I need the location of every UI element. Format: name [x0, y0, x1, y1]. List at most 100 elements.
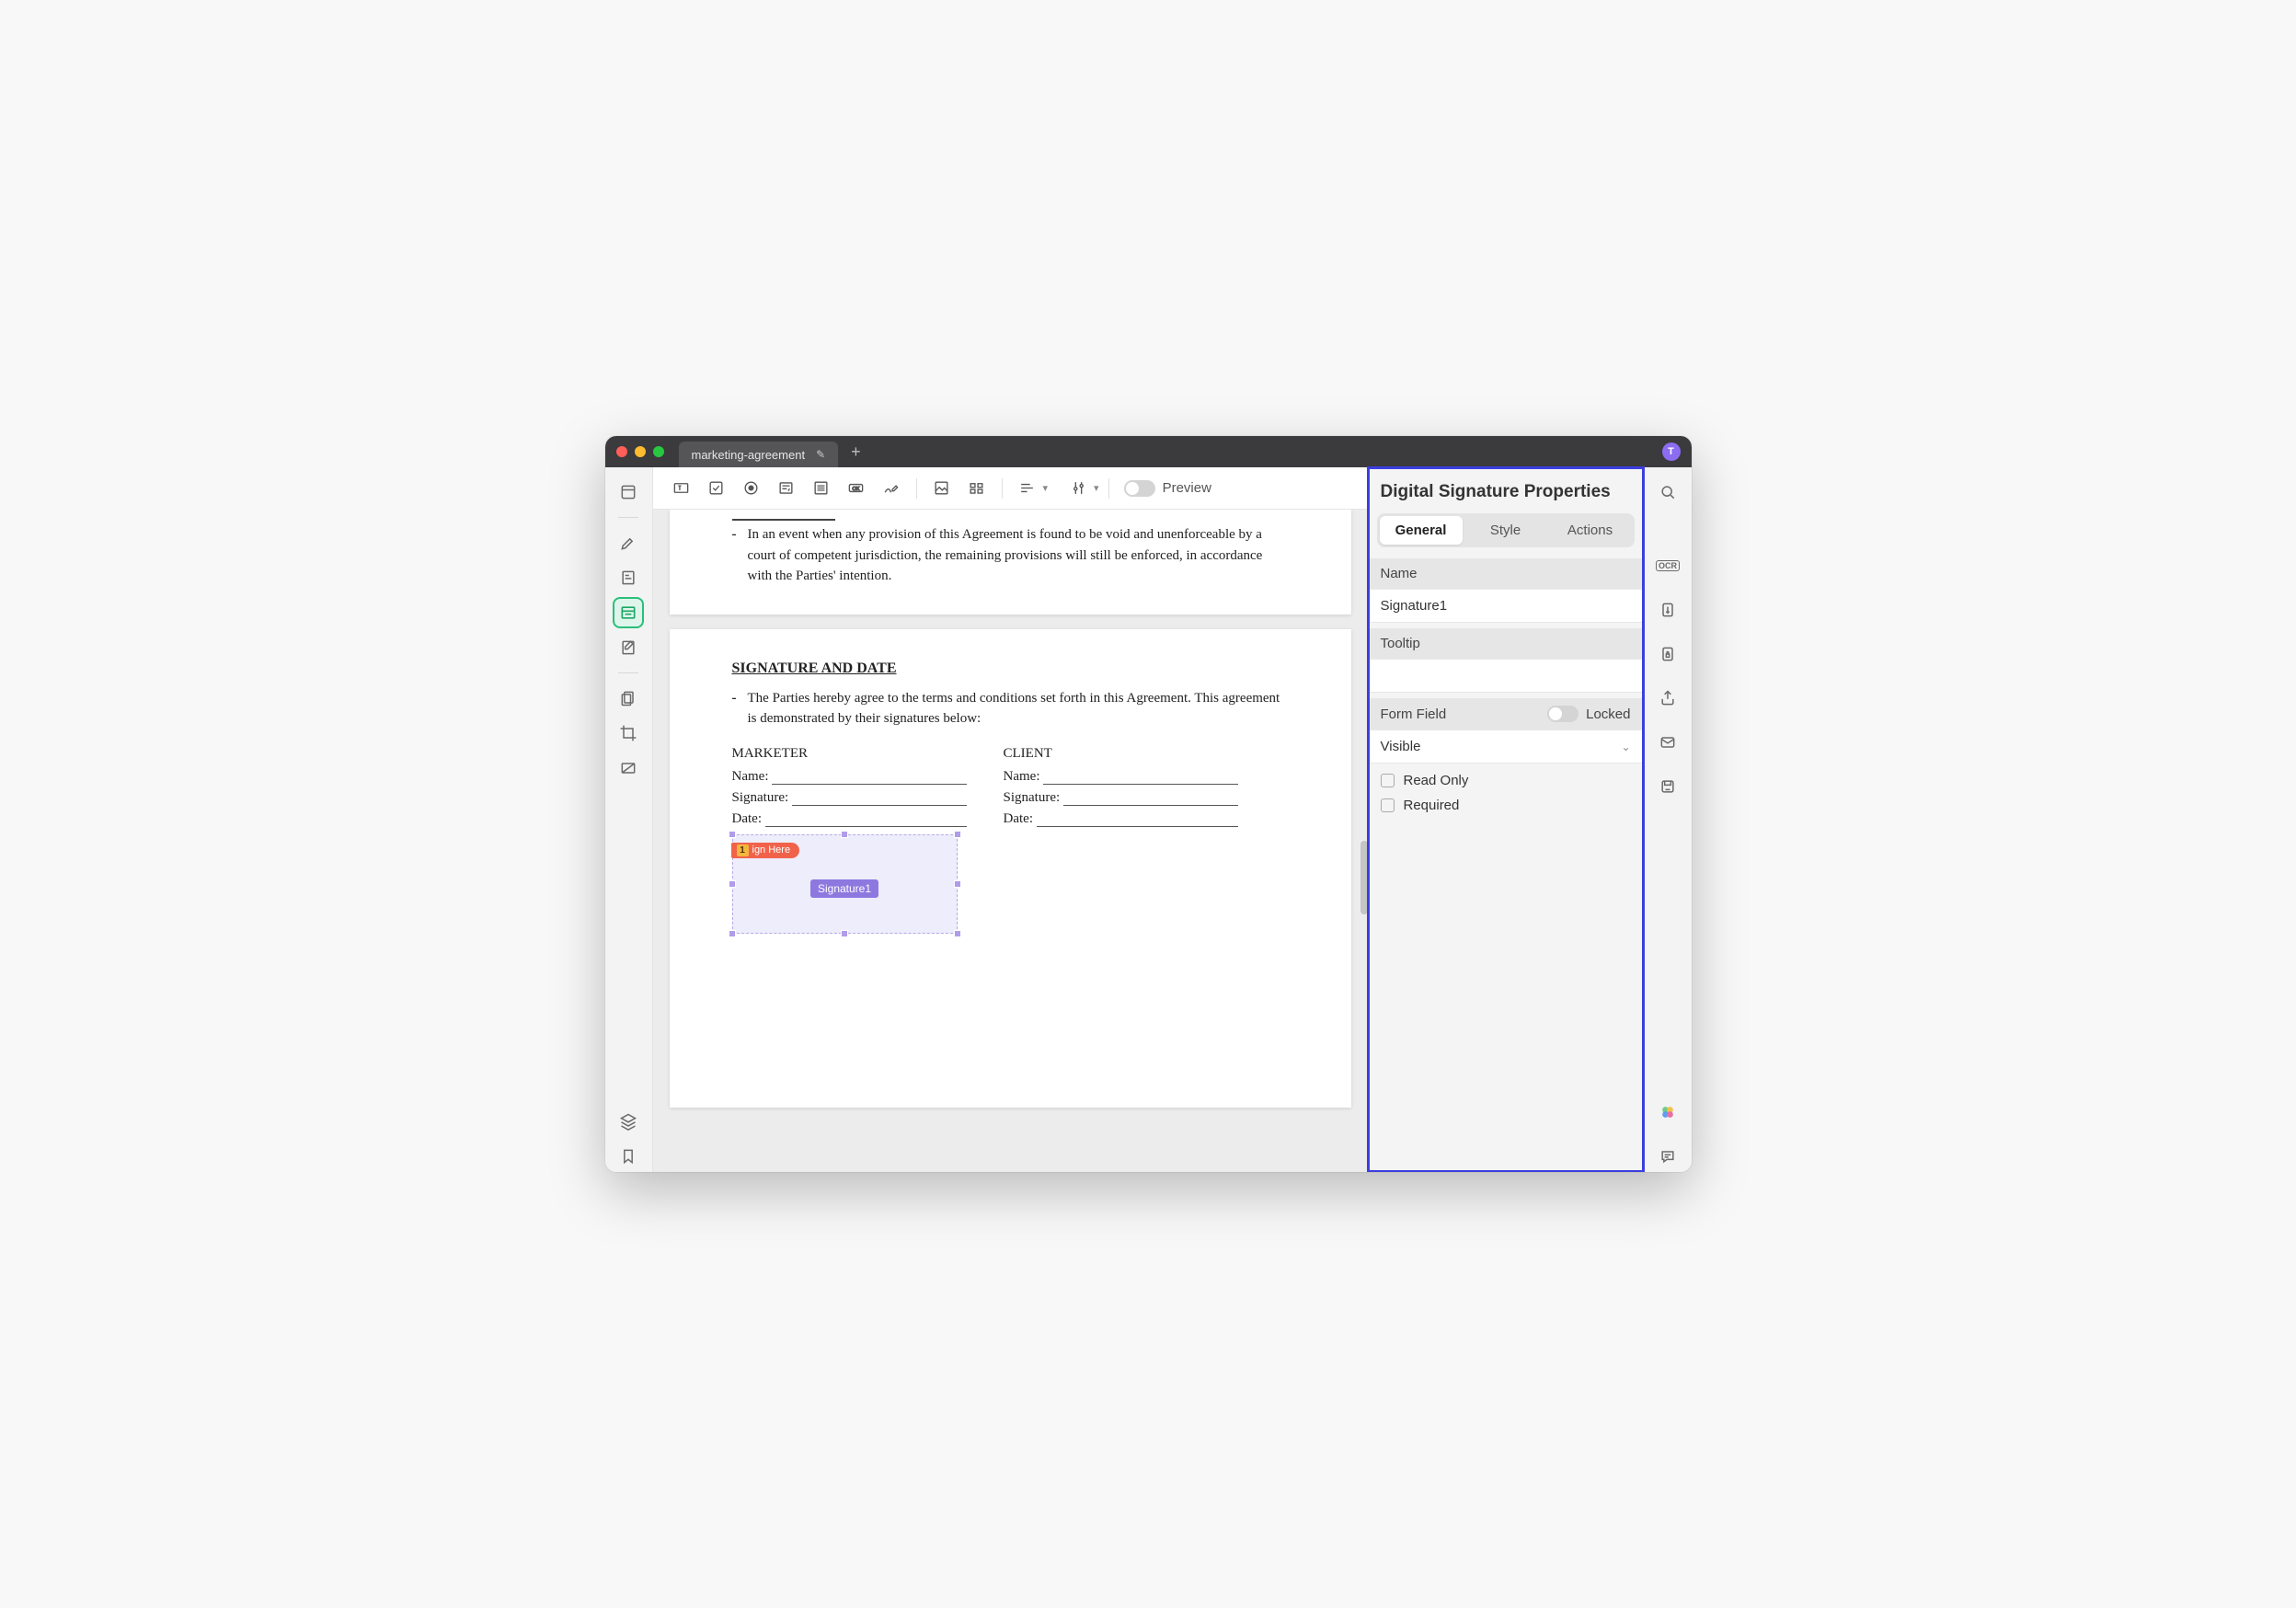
formfield-label: Form Field [1381, 706, 1447, 722]
signature-heading: SIGNATURE AND DATE [732, 660, 1289, 677]
new-tab-button[interactable]: + [851, 442, 861, 462]
share-icon[interactable] [1652, 683, 1683, 714]
preview-switch-icon[interactable] [1124, 480, 1155, 497]
checkbox-icon [1381, 774, 1395, 787]
page-signature: SIGNATURE AND DATE - The Parties hereby … [670, 629, 1351, 1108]
field-name-input[interactable] [1368, 590, 1644, 622]
signature-tool-icon[interactable] [876, 475, 907, 502]
right-sidebar: OCR [1644, 467, 1692, 1172]
listbox-tool-icon[interactable] [806, 475, 837, 502]
signature-label: Signature: [1004, 790, 1061, 806]
checkbox-tool-icon[interactable] [701, 475, 732, 502]
bookmark-icon[interactable] [613, 1141, 644, 1172]
resize-handle[interactable] [729, 930, 736, 937]
close-window[interactable] [616, 446, 627, 457]
signature-label: Signature: [732, 790, 789, 806]
page-previous: - In an event when any provision of this… [670, 510, 1351, 614]
preview-toggle[interactable]: Preview [1124, 480, 1211, 497]
resize-handle[interactable] [841, 831, 848, 838]
resize-handle[interactable] [841, 930, 848, 937]
dropdown-tool-icon[interactable] [771, 475, 802, 502]
signature-field-selected[interactable]: 1 ign Here Signature1 [732, 834, 958, 934]
barcode-tool-icon[interactable] [961, 475, 993, 502]
locked-toggle[interactable] [1547, 706, 1578, 722]
readonly-label: Read Only [1404, 773, 1469, 788]
convert-icon[interactable] [1652, 594, 1683, 626]
readonly-checkbox[interactable]: Read Only [1381, 773, 1631, 788]
resize-handle[interactable] [954, 930, 961, 937]
name-section-label: Name [1368, 558, 1644, 589]
tooltip-input[interactable] [1368, 660, 1644, 692]
redact-icon[interactable] [613, 752, 644, 784]
properties-tabs: General Style Actions [1377, 513, 1635, 547]
image-field-tool-icon[interactable] [926, 475, 958, 502]
save-icon[interactable] [1652, 771, 1683, 802]
required-checkbox[interactable]: Required [1381, 798, 1631, 813]
date-label: Date: [732, 811, 762, 827]
client-heading: CLIENT [1004, 746, 1238, 762]
align-tool-icon[interactable] [1012, 475, 1043, 502]
date-label: Date: [1004, 811, 1033, 827]
visibility-select[interactable]: Visible ⌄ [1368, 729, 1644, 764]
crop-icon[interactable] [613, 718, 644, 749]
form-toolbar: OK ▾ ▾ Preview [653, 467, 1368, 510]
comment-icon[interactable] [1652, 1141, 1683, 1172]
form-editor-icon[interactable] [613, 597, 644, 628]
maximize-window[interactable] [653, 446, 664, 457]
ai-assist-icon[interactable] [1652, 1097, 1683, 1128]
chevron-down-icon: ⌄ [1621, 741, 1630, 753]
tab-actions[interactable]: Actions [1549, 516, 1632, 545]
provision-text: In an event when any provision of this A… [748, 524, 1289, 587]
tab-bar: marketing-agreement ✎ + [679, 436, 1662, 467]
tab-general[interactable]: General [1380, 516, 1463, 545]
preview-label: Preview [1163, 480, 1211, 496]
dropdown-caret-icon[interactable]: ▾ [1043, 482, 1049, 494]
sign-here-text: ign Here [752, 844, 791, 856]
email-icon[interactable] [1652, 727, 1683, 758]
scrollbar-thumb[interactable] [1360, 841, 1368, 914]
properties-panel: Digital Signature Properties General Sty… [1368, 467, 1644, 1172]
resize-handle[interactable] [729, 831, 736, 838]
window-controls [616, 446, 664, 457]
minimize-window[interactable] [635, 446, 646, 457]
protect-icon[interactable] [1652, 638, 1683, 670]
signature-field-label: Signature1 [810, 879, 878, 898]
marketer-heading: MARKETER [732, 746, 967, 762]
tab-title: marketing-agreement [692, 448, 806, 462]
text-field-tool-icon[interactable] [666, 475, 697, 502]
document-tab[interactable]: marketing-agreement ✎ [679, 442, 839, 467]
sign-here-flag: 1 ign Here [731, 843, 800, 858]
titlebar: marketing-agreement ✎ + T [605, 436, 1692, 467]
radio-tool-icon[interactable] [736, 475, 767, 502]
thumbnail-panel-icon[interactable] [613, 477, 644, 508]
resize-handle[interactable] [954, 831, 961, 838]
visibility-value: Visible [1381, 739, 1421, 754]
properties-title: Digital Signature Properties [1368, 467, 1644, 513]
avatar-letter: T [1668, 446, 1674, 457]
document-canvas[interactable]: - In an event when any provision of this… [653, 510, 1368, 1172]
required-label: Required [1404, 798, 1460, 813]
tools-settings-icon[interactable] [1062, 475, 1094, 502]
resize-handle[interactable] [729, 880, 736, 888]
highlighter-icon[interactable] [613, 527, 644, 558]
svg-text:OK: OK [853, 487, 860, 492]
page-manager-icon[interactable] [613, 683, 644, 714]
resize-handle[interactable] [954, 880, 961, 888]
app-window: marketing-agreement ✎ + T [605, 436, 1692, 1172]
dropdown-caret-icon[interactable]: ▾ [1094, 482, 1099, 494]
signature-intro-text: The Parties hereby agree to the terms an… [748, 688, 1289, 729]
user-avatar[interactable]: T [1662, 442, 1681, 461]
fill-sign-icon[interactable] [613, 562, 644, 593]
checkbox-icon [1381, 798, 1395, 812]
sign-order-number: 1 [737, 844, 749, 856]
tab-style[interactable]: Style [1464, 516, 1547, 545]
layers-icon[interactable] [613, 1106, 644, 1137]
ocr-icon[interactable]: OCR [1652, 550, 1683, 581]
separator [618, 517, 638, 518]
left-sidebar [605, 467, 653, 1172]
search-icon[interactable] [1652, 477, 1683, 508]
edit-pdf-icon[interactable] [613, 632, 644, 663]
rename-tab-icon[interactable]: ✎ [816, 448, 825, 461]
formfield-section: Form Field Locked [1368, 698, 1644, 729]
button-tool-icon[interactable]: OK [841, 475, 872, 502]
